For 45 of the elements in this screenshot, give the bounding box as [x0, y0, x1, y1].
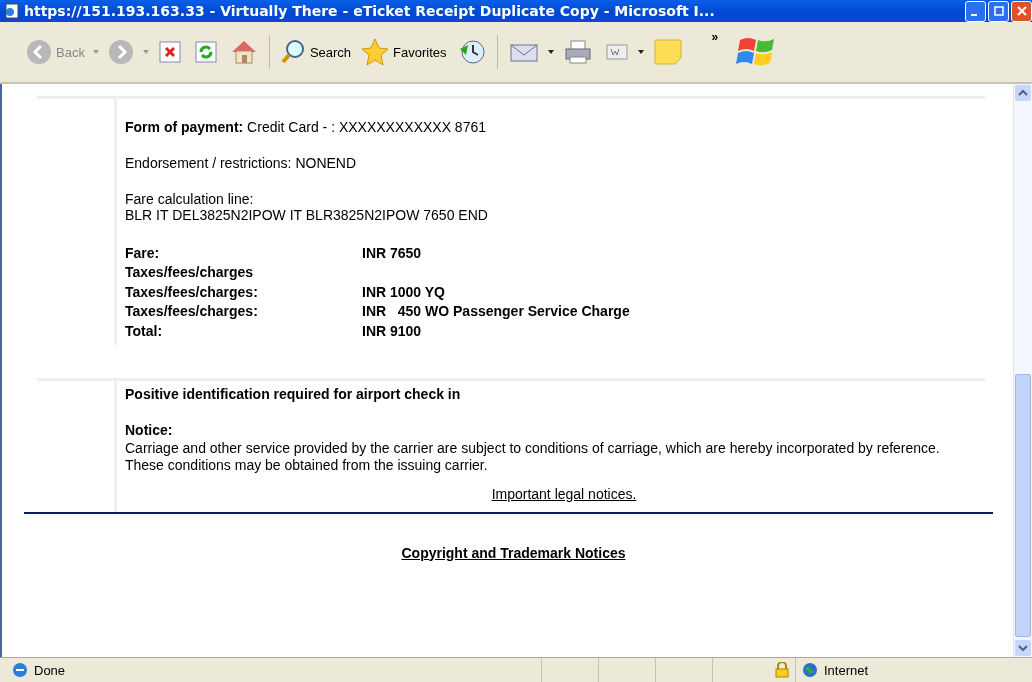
- window-title: https://151.193.163.33 - Virtually There - eTicket Receipt Duplicate Copy - Microsoft I...: [24, 3, 716, 19]
- zone-text: Internet: [824, 662, 869, 678]
- close-icon: [1016, 6, 1027, 16]
- favorites-button[interactable]: Favorites: [359, 38, 449, 66]
- refresh-icon[interactable]: [193, 40, 218, 64]
- identification-text: Positive identification required for airport check in: [125, 385, 462, 402]
- legal-notices-link[interactable]: Important legal notices.: [491, 485, 637, 502]
- payment-text: Form of payment: Credit Card - : XXXXXXXXXXXX 8761: [125, 119, 487, 135]
- caret-icon[interactable]: [637, 50, 644, 54]
- fare-label: Taxes/fees/charges:: [125, 283, 259, 300]
- fare-label: Fare:: [125, 244, 161, 261]
- search-icon: [279, 39, 306, 65]
- fare-label: Total:: [125, 322, 164, 339]
- copyright-link[interactable]: Copyright and Trademark Notices: [401, 544, 626, 561]
- scroll-down-icon[interactable]: [1015, 640, 1031, 656]
- scroll-thumb[interactable]: [1015, 374, 1031, 637]
- printer-icon[interactable]: [562, 39, 593, 65]
- stop-icon[interactable]: [157, 40, 182, 64]
- fare-calculation-label: Fare calculation line:: [125, 191, 255, 207]
- fare-label: Taxes/fees/charges: [125, 264, 255, 281]
- maximize-icon: [993, 6, 1004, 16]
- status-text: Done: [34, 662, 67, 678]
- notice-text: Carriage and other service provided by the carrier are subject to conditions of carriage, which are hereby incorporated by reference. These conditions may be obtained from the issuing carrier.: [125, 439, 941, 474]
- document-icon[interactable]: [604, 42, 629, 62]
- fare-calculation-text: BLR IT DEL3825N2IPOW IT BLR3825N2IPOW 7650 END: [125, 207, 489, 223]
- endorsement-text: Endorsement / restrictions: NONEND: [125, 155, 358, 171]
- more-button[interactable]: »: [711, 30, 719, 44]
- fare-label: Taxes/fees/charges:: [125, 303, 259, 320]
- fare-value: INR 9100: [362, 322, 422, 339]
- scrollbar[interactable]: [1013, 84, 1032, 657]
- star-icon: [361, 38, 390, 66]
- fare-value: INR 450 WO Passenger Service Charge: [362, 303, 630, 320]
- globe-icon: [802, 662, 818, 678]
- scroll-up-icon[interactable]: [1015, 85, 1031, 101]
- caret-icon[interactable]: [547, 50, 554, 54]
- close-button[interactable]: [1011, 0, 1032, 22]
- search-button[interactable]: Search: [277, 39, 354, 65]
- fare-value: INR 7650: [362, 244, 422, 261]
- forward-icon[interactable]: [107, 39, 134, 65]
- maximize-button[interactable]: [988, 0, 1009, 22]
- notice-title: Notice:: [125, 421, 174, 438]
- lock-icon: [775, 662, 789, 678]
- fare-value: INR 1000 YQ: [362, 283, 445, 300]
- minimize-icon: [971, 14, 977, 16]
- minimize-button[interactable]: [965, 0, 986, 22]
